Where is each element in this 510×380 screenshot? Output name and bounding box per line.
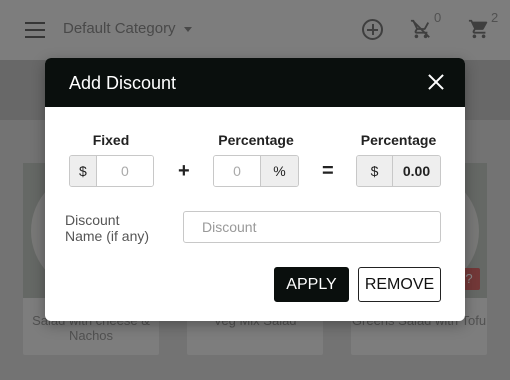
- remove-button[interactable]: REMOVE: [358, 267, 441, 302]
- plus-sign: +: [178, 160, 190, 182]
- result-label: Percentage: [360, 132, 437, 148]
- percent-suffix: %: [260, 156, 298, 186]
- dollar-prefix: $: [357, 156, 393, 186]
- dollar-prefix: $: [70, 156, 97, 186]
- modal-header: Add Discount: [45, 58, 465, 107]
- percentage-group: %: [213, 155, 299, 187]
- discount-name-label: Discount Name (if any): [65, 212, 150, 244]
- fixed-amount-input[interactable]: [96, 156, 153, 186]
- fixed-amount-group: $: [69, 155, 154, 187]
- fixed-label: Fixed: [92, 132, 130, 148]
- discount-name-input[interactable]: [183, 211, 441, 243]
- equals-sign: =: [322, 160, 334, 182]
- close-icon[interactable]: [427, 73, 445, 91]
- percentage-input[interactable]: [214, 156, 260, 186]
- add-discount-modal: Add Discount Fixed $ + Percentage % = Pe…: [45, 58, 465, 321]
- modal-title: Add Discount: [69, 73, 177, 93]
- apply-button[interactable]: APPLY: [274, 267, 349, 302]
- discount-result-value: 0.00: [393, 156, 440, 186]
- percentage-label: Percentage: [218, 132, 294, 148]
- result-group: $ 0.00: [356, 155, 441, 187]
